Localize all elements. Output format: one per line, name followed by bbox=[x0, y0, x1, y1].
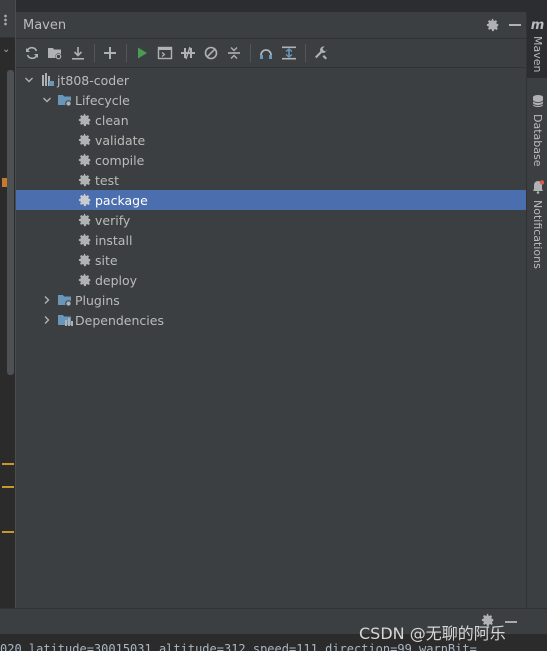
goal-package[interactable]: package bbox=[16, 190, 526, 210]
more-options-icon[interactable] bbox=[4, 14, 7, 26]
chevron-down-icon[interactable]: ⌄ bbox=[2, 44, 10, 55]
gear-icon bbox=[77, 212, 93, 228]
maven-tool-window: Maven jt808-coder Lifecycle clean valida… bbox=[16, 12, 526, 608]
tab-maven[interactable]: m Maven bbox=[527, 12, 547, 78]
gear-icon bbox=[77, 132, 93, 148]
download-icon[interactable] bbox=[67, 42, 89, 64]
gear-icon bbox=[77, 192, 93, 208]
maven-icon: m bbox=[530, 18, 545, 33]
goal-label: validate bbox=[95, 132, 146, 148]
chevron-right-icon[interactable] bbox=[41, 294, 53, 306]
editor-edge-strip: ⌄ bbox=[0, 0, 16, 608]
editor-scrollbar[interactable] bbox=[7, 70, 14, 375]
top-border bbox=[16, 0, 547, 12]
tab-notifications[interactable]: Notifications bbox=[527, 180, 547, 269]
scroll-marker bbox=[2, 531, 14, 533]
goal-label: compile bbox=[95, 152, 145, 168]
plugins-folder-icon bbox=[57, 292, 73, 308]
show-dependencies-icon[interactable] bbox=[255, 42, 277, 64]
reload-icon[interactable] bbox=[21, 42, 43, 64]
project-label: jt808-coder bbox=[57, 72, 130, 88]
gear-icon bbox=[77, 152, 93, 168]
goal-label: package bbox=[95, 192, 148, 208]
goal-deploy[interactable]: deploy bbox=[16, 270, 526, 290]
toggle-offline-icon[interactable] bbox=[177, 42, 199, 64]
watermark: CSDN @无聊的阿乐 bbox=[359, 624, 506, 643]
collapse-all-icon[interactable] bbox=[223, 42, 245, 64]
settings-wrench-icon[interactable] bbox=[310, 42, 332, 64]
panel-header: Maven bbox=[16, 12, 526, 39]
right-tool-strip: m Maven Database Notifications bbox=[526, 12, 547, 608]
tab-notifications-label: Notifications bbox=[531, 200, 544, 269]
plugins-label: Plugins bbox=[75, 292, 120, 308]
minimize-icon[interactable] bbox=[505, 621, 517, 623]
scroll-marker bbox=[2, 486, 14, 488]
goal-label: verify bbox=[95, 212, 131, 228]
add-icon[interactable] bbox=[99, 42, 121, 64]
chevron-right-icon[interactable] bbox=[41, 314, 53, 326]
gear-icon bbox=[77, 272, 93, 288]
tree-node-plugins[interactable]: Plugins bbox=[16, 290, 526, 310]
goal-site[interactable]: site bbox=[16, 250, 526, 270]
toolbar-separator bbox=[126, 44, 127, 62]
gear-icon[interactable] bbox=[482, 14, 504, 36]
goal-install[interactable]: install bbox=[16, 230, 526, 250]
goal-test[interactable]: test bbox=[16, 170, 526, 190]
goal-compile[interactable]: compile bbox=[16, 150, 526, 170]
skip-tests-icon[interactable] bbox=[200, 42, 222, 64]
bell-icon bbox=[532, 180, 544, 197]
editor-edge-toolbar bbox=[0, 0, 15, 38]
tree-node-dependencies[interactable]: Dependencies bbox=[16, 310, 526, 330]
lifecycle-folder-icon bbox=[57, 92, 73, 108]
goal-verify[interactable]: verify bbox=[16, 210, 526, 230]
tab-database-label: Database bbox=[531, 114, 544, 167]
execute-goal-icon[interactable] bbox=[154, 42, 176, 64]
tree-node-lifecycle[interactable]: Lifecycle bbox=[16, 90, 526, 110]
toolbar-separator bbox=[305, 44, 306, 62]
minimize-icon[interactable] bbox=[504, 14, 526, 36]
scroll-marker bbox=[2, 463, 14, 465]
expand-icon[interactable] bbox=[278, 42, 300, 64]
tab-maven-label: Maven bbox=[531, 36, 544, 73]
toolbar-separator bbox=[250, 44, 251, 62]
goal-label: deploy bbox=[95, 272, 138, 288]
chevron-down-icon[interactable] bbox=[23, 74, 35, 86]
goal-label: test bbox=[95, 172, 120, 188]
maven-project-tree: jt808-coder Lifecycle clean validate com… bbox=[16, 68, 526, 330]
goal-clean[interactable]: clean bbox=[16, 110, 526, 130]
toolbar-separator bbox=[94, 44, 95, 62]
add-maven-project-icon[interactable] bbox=[44, 42, 66, 64]
gear-icon bbox=[77, 172, 93, 188]
gear-icon bbox=[77, 252, 93, 268]
tab-database[interactable]: Database bbox=[527, 94, 547, 167]
maven-toolbar bbox=[16, 39, 526, 68]
database-icon bbox=[532, 94, 544, 111]
tree-node-project[interactable]: jt808-coder bbox=[16, 70, 526, 90]
maven-project-icon bbox=[39, 72, 55, 88]
goal-label: install bbox=[95, 232, 133, 248]
gear-icon bbox=[77, 112, 93, 128]
goal-label: site bbox=[95, 252, 118, 268]
lifecycle-label: Lifecycle bbox=[75, 92, 130, 108]
dependencies-folder-icon bbox=[57, 312, 73, 328]
goal-validate[interactable]: validate bbox=[16, 130, 526, 150]
goal-label: clean bbox=[95, 112, 129, 128]
panel-title: Maven bbox=[23, 17, 67, 33]
dependencies-label: Dependencies bbox=[75, 312, 164, 328]
gear-icon bbox=[77, 232, 93, 248]
chevron-down-icon[interactable] bbox=[41, 94, 53, 106]
run-icon[interactable] bbox=[131, 42, 153, 64]
